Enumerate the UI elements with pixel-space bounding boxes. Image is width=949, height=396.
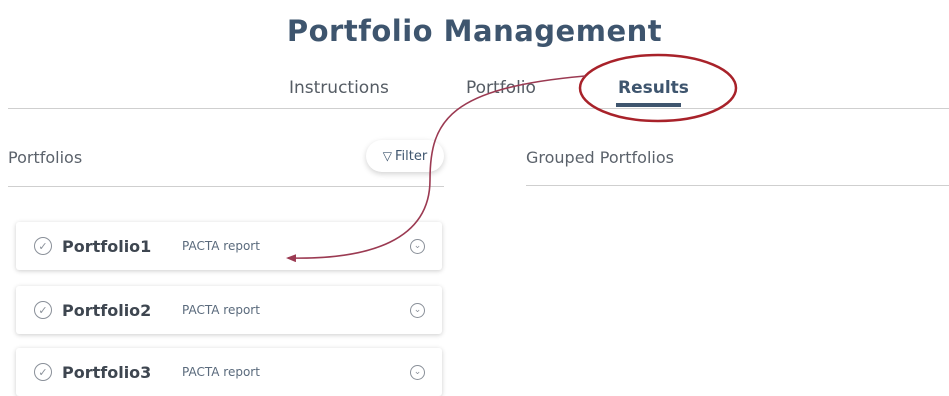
annotation-arrow [286,75,586,263]
results-highlight-circle [578,53,738,123]
annotation-overlay [286,53,738,263]
